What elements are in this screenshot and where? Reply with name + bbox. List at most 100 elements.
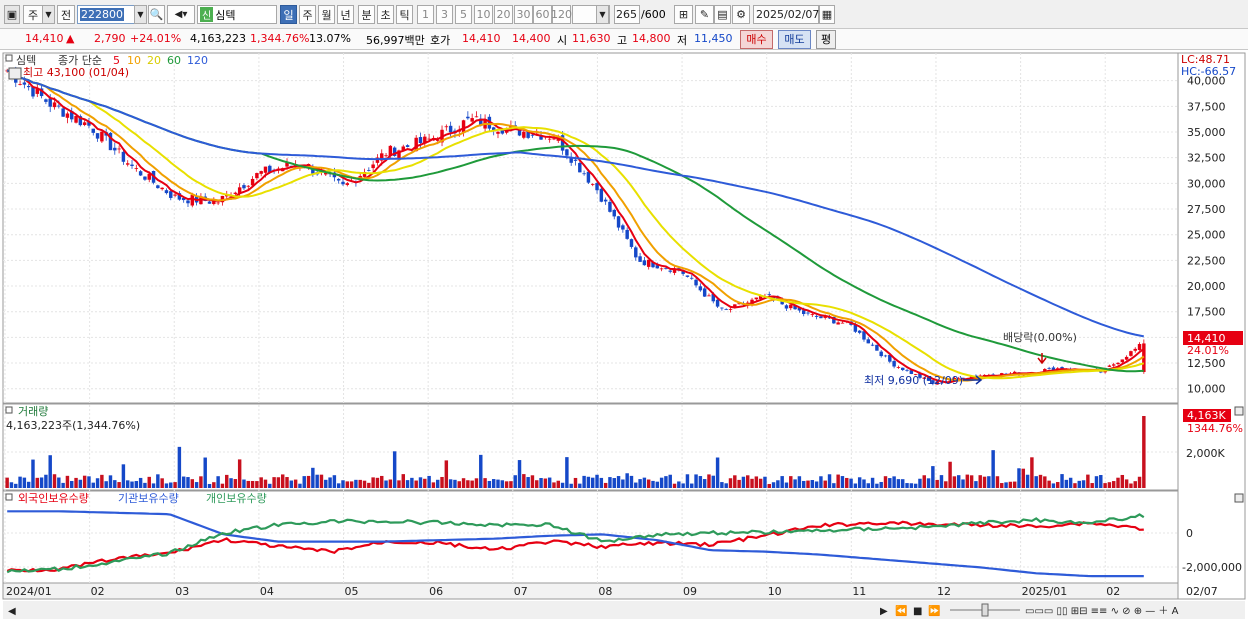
chart-svg[interactable]: 40,00037,50035,00032,50030,00027,50025,0… [0, 51, 1248, 621]
candle-body [814, 315, 819, 317]
volume-bar [242, 479, 246, 488]
volume-close-icon[interactable] [1234, 406, 1244, 416]
window-menu-icon[interactable]: ▣ [4, 5, 20, 24]
candle-body [629, 239, 634, 247]
volume-bar [5, 477, 9, 488]
flow-close-icon[interactable] [1234, 493, 1244, 503]
code-dropdown-icon[interactable]: ▼ [134, 5, 147, 24]
price-y-tick: 20,000 [1187, 280, 1226, 293]
volume-bar [225, 474, 229, 488]
period-tick-button[interactable]: 틱 [396, 5, 413, 24]
candle-body [707, 295, 711, 297]
draw-tool-icon[interactable]: ✎ [695, 5, 714, 24]
volume-bar [939, 475, 944, 488]
volume-bar [1043, 476, 1047, 488]
rewind-icon[interactable]: ⏪ [895, 604, 907, 617]
candle-body [117, 148, 121, 150]
save-icon[interactable]: ▤ [714, 5, 731, 24]
flow-y-tick-zero: 0 [1186, 527, 1193, 540]
volume-bar [746, 475, 750, 488]
period-month-button[interactable]: 월 [318, 5, 335, 24]
price-y-tick: 32,500 [1187, 152, 1226, 165]
minute-3-button[interactable]: 3 [436, 5, 453, 24]
volume-bar [1111, 481, 1116, 488]
speaker-icon[interactable]: ◀▾ [167, 5, 195, 24]
candle-body [599, 188, 604, 202]
scroll-right-icon[interactable]: ▶ [880, 606, 888, 617]
period-minute-button[interactable]: 분 [358, 5, 375, 24]
zoom-icons[interactable]: ▭▭▭ ▯▯ ⊞⊟ ≡≡ ∿ ⊘ ⊕ — ＋ A [1025, 606, 1179, 617]
period-week-button[interactable]: 주 [299, 5, 316, 24]
price-y-tick: 22,500 [1187, 254, 1226, 267]
minute-120-button[interactable]: 120 [551, 5, 572, 24]
evaluate-button[interactable]: 평 [816, 30, 836, 49]
minute-1-button[interactable]: 1 [417, 5, 434, 24]
candle-body [138, 171, 143, 176]
volume-bar [918, 478, 922, 488]
stock-name-field[interactable]: 신 심텍 [197, 5, 277, 24]
volume-bar [595, 474, 599, 488]
candle-body [65, 113, 70, 118]
forward-icon[interactable]: ⏩ [928, 604, 940, 617]
count-input[interactable]: 265 [614, 5, 640, 24]
price-y-tick: 37,500 [1187, 100, 1226, 113]
candle-body [642, 260, 647, 266]
minute-20-button[interactable]: 20 [494, 5, 513, 24]
volume-bar [1051, 483, 1056, 488]
prev-button[interactable]: 전 [57, 5, 75, 24]
volume-last-label: 4,163K [1187, 409, 1226, 422]
calendar-icon[interactable]: ▦ [819, 5, 835, 24]
volume-bar [293, 479, 298, 488]
candle-body [875, 344, 879, 351]
toolbar: ▣ 주 ▼ 전 222800 ▼ 🔍 ◀▾ 신 심텍 일 주 월 년 분 초 틱… [0, 0, 1248, 29]
candle-body [18, 84, 22, 85]
mode-select[interactable]: 주 [23, 5, 43, 24]
x-axis-label: 10 [768, 585, 782, 598]
high-label: 고 [617, 34, 628, 47]
period-day-button[interactable]: 일 [280, 5, 297, 24]
stop-icon[interactable]: ■ [913, 606, 922, 617]
price-y-tick: 35,000 [1187, 126, 1226, 139]
grid-tool-icon[interactable]: ⊞ [674, 5, 693, 24]
candle-body [1111, 364, 1116, 366]
minute-30-button[interactable]: 30 [514, 5, 533, 24]
volume-bar [715, 457, 720, 488]
new-stock-badge: 신 [200, 7, 214, 22]
volume-bar [500, 480, 505, 488]
volume-bar [741, 476, 746, 488]
volume-y-tick: 2,000K [1186, 447, 1225, 460]
gear-icon[interactable]: ⚙ [732, 5, 750, 24]
search-icon[interactable]: 🔍 [148, 5, 165, 24]
candle-body [1116, 362, 1120, 365]
buy-button[interactable]: 매수 [740, 30, 773, 49]
minute-5-button[interactable]: 5 [455, 5, 472, 24]
volume-bar [1038, 474, 1043, 488]
chevron-down-icon[interactable]: ▼ [42, 5, 55, 24]
period-dropdown-icon[interactable]: ▼ [596, 5, 609, 24]
chart-area[interactable]: 40,000 37,500 35,000 32,500 30,000 27,500 25,0… [0, 51, 1248, 621]
volume-bar [1090, 483, 1094, 488]
zoom-slider-handle[interactable] [981, 603, 989, 617]
sell-button[interactable]: 매도 [778, 30, 811, 49]
candle-body [879, 351, 883, 357]
minute-60-button[interactable]: 60 [533, 5, 552, 24]
volume-bar [819, 476, 823, 488]
minute-10-button[interactable]: 10 [474, 5, 493, 24]
period-year-button[interactable]: 년 [337, 5, 354, 24]
candle-body [100, 131, 104, 142]
volume-bar [1008, 481, 1013, 488]
volume-bar [483, 478, 487, 488]
candle-body [1120, 359, 1125, 363]
pane-settings-icon[interactable] [8, 67, 22, 80]
volume-bar [151, 483, 156, 488]
volume-bar [143, 482, 147, 488]
volume-bar [801, 480, 806, 488]
volume-bar [1124, 479, 1129, 488]
date-input[interactable]: 2025/02/07 [753, 5, 819, 24]
scroll-left-icon[interactable]: ◀ [8, 606, 16, 617]
period-second-button[interactable]: 초 [377, 5, 394, 24]
trade-amount: 56,997백만 [366, 34, 425, 47]
volume-bar [199, 476, 203, 488]
candle-body [565, 149, 569, 156]
candle-body [784, 305, 789, 309]
